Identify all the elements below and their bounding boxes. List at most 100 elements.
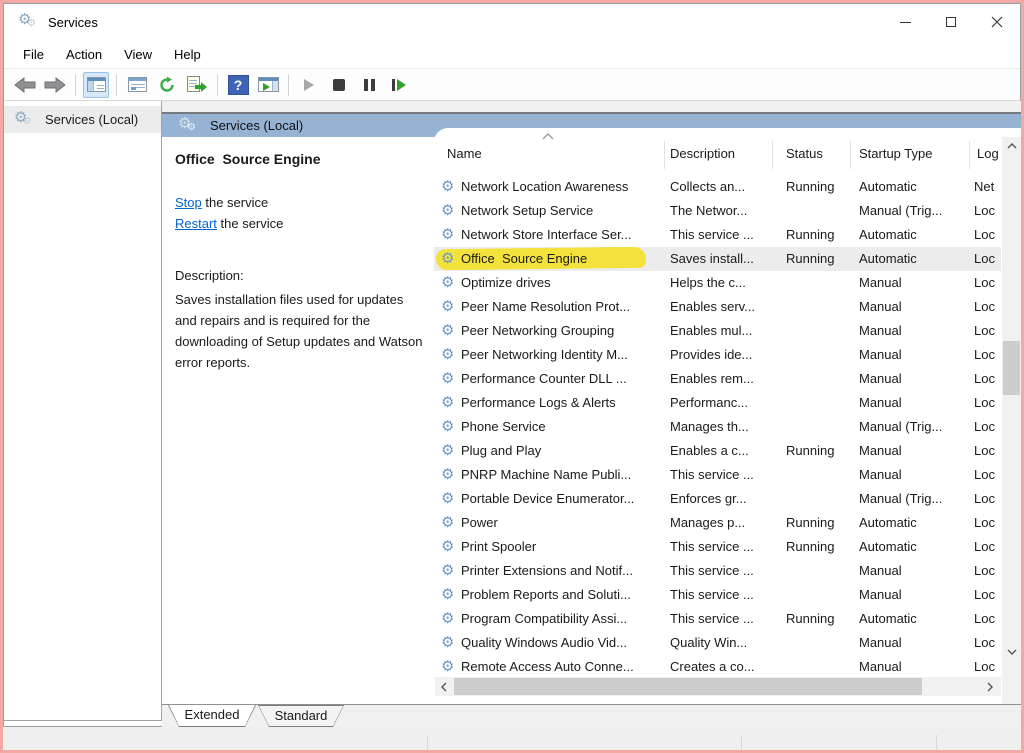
close-button[interactable]: [974, 4, 1020, 40]
table-row[interactable]: ⚙ Performance Counter DLL ... Enables rem.…: [434, 367, 1001, 391]
restart-service-button[interactable]: [386, 72, 412, 98]
column-header-status[interactable]: Status: [786, 146, 823, 161]
cell-startup: Automatic: [859, 251, 917, 266]
stop-service-button[interactable]: [326, 72, 352, 98]
cell-startup: Manual: [859, 467, 902, 482]
tab-extended[interactable]: Extended: [168, 705, 256, 727]
vertical-scroll-thumb[interactable]: [1003, 341, 1020, 395]
cell-name: Peer Networking Identity M...: [461, 347, 628, 362]
table-row[interactable]: ⚙ Optimize drives Helps the c... Manual Loc: [434, 271, 1001, 295]
cell-description: This service ...: [670, 227, 754, 242]
table-row[interactable]: ⚙ Power Manages p... Running Automatic Loc: [434, 511, 1001, 535]
menu-bar: File Action View Help: [4, 40, 1020, 68]
stop-link[interactable]: Stop: [175, 195, 202, 210]
export-list-icon: [187, 75, 207, 94]
table-row[interactable]: ⚙ Problem Reports and Soluti... This servi…: [434, 583, 1001, 607]
minimize-icon: [899, 21, 911, 23]
menu-view[interactable]: View: [113, 43, 163, 66]
refresh-button[interactable]: [154, 72, 180, 98]
forward-button[interactable]: [42, 72, 68, 98]
cell-name: Office Source Engine: [461, 251, 588, 266]
show-console-tree-button[interactable]: [83, 71, 109, 98]
scroll-left-button[interactable]: [435, 677, 453, 696]
refresh-icon: [160, 76, 174, 92]
tab-standard[interactable]: Standard: [258, 705, 344, 727]
horizontal-scroll-thumb[interactable]: [454, 678, 922, 695]
cell-logon: Loc: [974, 227, 995, 242]
cell-name: Power: [461, 515, 498, 530]
table-row[interactable]: ⚙ Network Location Awareness Collects an..…: [434, 175, 1001, 199]
table-row[interactable]: ⚙ Program Compatibility Assi... This servi…: [434, 607, 1001, 631]
back-button[interactable]: [12, 72, 38, 98]
cell-startup: Manual (Trig...: [859, 203, 943, 218]
cell-description: Enables a c...: [670, 443, 749, 458]
column-header-description[interactable]: Description: [670, 146, 735, 161]
properties-button[interactable]: [124, 72, 150, 98]
table-row[interactable]: ⚙ Peer Networking Identity M... Provides i…: [434, 343, 1001, 367]
table-row[interactable]: ⚙ Network Store Interface Ser... This serv…: [434, 223, 1001, 247]
table-row[interactable]: ⚙ Print Spooler This service ... Running Aut…: [434, 535, 1001, 559]
table-row[interactable]: ⚙ Portable Device Enumerator... Enforces g…: [434, 487, 1001, 511]
table-row[interactable]: ⚙ PNRP Machine Name Publi... This service …: [434, 463, 1001, 487]
table-row[interactable]: ⚙ Office Source Engine Saves install... Run…: [434, 246, 1001, 271]
scroll-down-button[interactable]: [1002, 643, 1021, 661]
cell-startup: Manual: [859, 347, 902, 362]
cell-startup: Automatic: [859, 611, 917, 626]
background-strip: [3, 727, 1021, 750]
column-header-logon[interactable]: Log: [977, 146, 999, 161]
scroll-right-button[interactable]: [981, 677, 999, 696]
horizontal-scrollbar[interactable]: [435, 677, 1001, 696]
menu-help[interactable]: Help: [163, 43, 212, 66]
table-row[interactable]: ⚙ Printer Extensions and Notif... This ser…: [434, 559, 1001, 583]
restart-link[interactable]: Restart: [175, 216, 217, 231]
cell-description: Quality Win...: [670, 635, 748, 650]
scroll-up-button[interactable]: [1002, 137, 1021, 155]
title-bar[interactable]: ⚙ ⚙ Services: [4, 4, 1020, 40]
view-tabs-bar: Extended Standard: [162, 704, 1021, 727]
column-header-startup-type[interactable]: Startup Type: [859, 146, 932, 161]
restart-service-icon: [392, 78, 406, 91]
table-row[interactable]: ⚙ Quality Windows Audio Vid... Quality Win…: [434, 631, 1001, 655]
table-row[interactable]: ⚙ Phone Service Manages th... Manual (Trig.…: [434, 415, 1001, 439]
table-row[interactable]: ⚙ Remote Access Auto Conne... Creates a co…: [434, 655, 1001, 679]
service-gear-icon: ⚙: [441, 178, 455, 195]
minimize-button[interactable]: [882, 4, 928, 40]
table-row[interactable]: ⚙ Peer Networking Grouping Enables mul... M…: [434, 319, 1001, 343]
service-gear-icon: ⚙: [441, 514, 455, 531]
pause-service-button[interactable]: [356, 72, 382, 98]
menu-file[interactable]: File: [12, 43, 55, 66]
cell-logon: Loc: [974, 299, 995, 314]
cell-logon: Loc: [974, 347, 995, 362]
vertical-scrollbar[interactable]: [1002, 137, 1021, 704]
cell-name: Peer Name Resolution Prot...: [461, 299, 631, 314]
service-gear-icon: ⚙: [441, 490, 455, 507]
cell-name: Performance Counter DLL ...: [461, 371, 627, 386]
cell-startup: Manual: [859, 563, 902, 578]
cell-description: Collects an...: [670, 179, 746, 194]
table-row[interactable]: ⚙ Peer Name Resolution Prot... Enables ser…: [434, 295, 1001, 319]
cell-description: Enforces gr...: [670, 491, 747, 506]
maximize-button[interactable]: [928, 4, 974, 40]
help-button[interactable]: ?: [225, 72, 251, 98]
export-list-button[interactable]: [184, 72, 210, 98]
table-row[interactable]: ⚙ Plug and Play Enables a c... Running Manua…: [434, 439, 1001, 463]
cell-name: Plug and Play: [461, 443, 542, 458]
table-row[interactable]: ⚙ Performance Logs & Alerts Performanc... M…: [434, 391, 1001, 415]
column-header-name[interactable]: Name: [447, 146, 482, 161]
chevron-left-icon: [441, 682, 447, 691]
cell-logon: Loc: [974, 587, 995, 602]
service-gear-icon: ⚙: [441, 250, 455, 267]
chevron-down-icon: [1007, 649, 1016, 655]
cell-startup: Automatic: [859, 515, 917, 530]
tab-standard-label: Standard: [259, 706, 343, 726]
cell-logon: Loc: [974, 275, 995, 290]
cell-description: This service ...: [670, 611, 754, 626]
start-service-button[interactable]: [296, 72, 322, 98]
services-node-icon: ⚙ ⚙: [14, 108, 32, 127]
table-row[interactable]: ⚙ Network Setup Service The Networ... Manua…: [434, 199, 1001, 223]
service-gear-icon: ⚙: [441, 274, 455, 291]
menu-action[interactable]: Action: [55, 43, 113, 66]
tree-item-services-local[interactable]: ⚙ ⚙ Services (Local): [4, 106, 161, 133]
cell-startup: Automatic: [859, 179, 917, 194]
show-action-pane-button[interactable]: [255, 72, 281, 98]
